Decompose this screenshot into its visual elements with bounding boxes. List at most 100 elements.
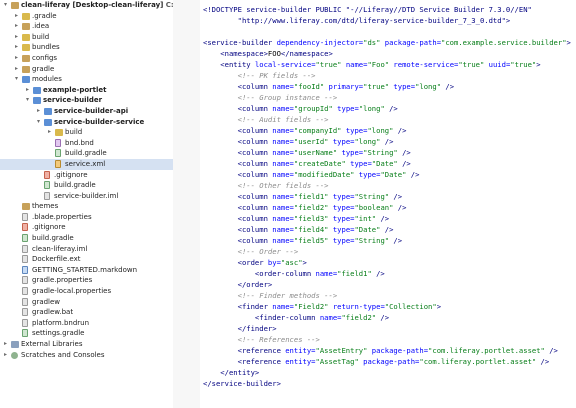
tree-item[interactable]: ▸ build <box>0 127 173 138</box>
code-line[interactable]: <column name="field3" type="int" /> <box>203 213 390 224</box>
collapse-arrow-icon[interactable]: ▸ <box>2 350 9 361</box>
code-line[interactable]: <column name="field1" type="String" /> <box>203 191 402 202</box>
code-line[interactable]: <column name="groupId" type="long" /> <box>203 103 398 114</box>
code-line[interactable]: <reference entity="AssetEntry" package-p… <box>203 345 558 356</box>
file-icon <box>44 191 50 200</box>
tree-item[interactable]: ▾ service-builder-service <box>0 117 173 128</box>
tree-item[interactable]: ▾ modules <box>0 74 173 85</box>
expand-arrow-icon[interactable]: ▾ <box>2 0 9 11</box>
code-line[interactable]: <column name="field5" type="String" /> <box>203 235 402 246</box>
tree-item[interactable]: GETTING_STARTED.markdown <box>0 265 173 276</box>
code-line[interactable]: </entity> <box>203 367 259 378</box>
file-icon <box>22 276 28 285</box>
tree-item[interactable]: platform.bndrun <box>0 318 173 329</box>
code-token: "boolean" <box>354 203 394 212</box>
code-token: package-path= <box>380 38 442 47</box>
code-line[interactable]: <finder name="Field2" return-type="Colle… <box>203 301 441 312</box>
expand-arrow-icon[interactable]: ▾ <box>13 74 20 85</box>
code-line[interactable]: </finder> <box>203 323 277 334</box>
tree-item[interactable]: build.gradle <box>0 148 173 159</box>
tree-item[interactable]: service.xml <box>0 158 173 170</box>
tree-item[interactable]: ▾ service-builder <box>0 95 173 106</box>
code-token: type= <box>328 225 355 234</box>
code-token: /> <box>397 148 411 157</box>
tree-item[interactable]: bnd.bnd <box>0 138 173 149</box>
collapse-arrow-icon[interactable]: ▸ <box>13 53 20 64</box>
tree-item[interactable]: ▸ example-portlet <box>0 85 173 96</box>
expand-arrow-icon[interactable]: ▾ <box>24 95 31 106</box>
code-token: /> <box>544 346 558 355</box>
code-editor[interactable]: <!DOCTYPE service-builder PUBLIC "-//Lif… <box>200 0 576 408</box>
scratch-icon <box>11 351 18 359</box>
tree-item[interactable]: build.gradle <box>0 233 173 244</box>
tree-item[interactable]: clean-liferay.iml <box>0 244 173 255</box>
tree-item[interactable]: gradlew.bat <box>0 307 173 318</box>
code-token: name= <box>341 60 368 69</box>
code-line[interactable]: <column name="createDate" type="Date" /> <box>203 158 411 169</box>
code-line[interactable]: <column name="field4" type="Date" /> <box>203 224 394 235</box>
tree-item[interactable]: ▸ .gradle <box>0 11 173 22</box>
tree-item[interactable]: gradlew <box>0 297 173 308</box>
tree-item[interactable]: ▸ External Libraries <box>0 339 173 350</box>
collapse-arrow-icon[interactable]: ▸ <box>13 42 20 53</box>
collapse-arrow-icon[interactable]: ▸ <box>35 106 42 117</box>
code-token: local-service= <box>254 60 316 69</box>
collapse-arrow-icon[interactable]: ▸ <box>13 11 20 22</box>
gradle-file-icon <box>44 181 50 190</box>
code-line[interactable]: <!-- Order --> <box>203 246 299 257</box>
tree-item[interactable]: gradle-local.properties <box>0 286 173 297</box>
code-line[interactable]: <!-- PK fields --> <box>203 70 316 81</box>
tree-item[interactable]: Dockerfile.ext <box>0 254 173 265</box>
code-line[interactable]: </service-builder> <box>203 378 281 389</box>
code-line[interactable]: <!-- References --> <box>203 334 320 345</box>
tree-item[interactable]: service-builder.iml <box>0 191 173 202</box>
tree-item[interactable]: .gitignore <box>0 222 173 233</box>
code-line[interactable]: "http://www.liferay.com/dtd/liferay-serv… <box>203 15 511 26</box>
code-line[interactable]: <column name="field2" type="boolean" /> <box>203 202 407 213</box>
collapse-arrow-icon[interactable]: ▸ <box>2 339 9 350</box>
code-line[interactable]: <service-builder dependency-injector="ds… <box>203 37 571 48</box>
code-line[interactable]: <!-- Finder methods --> <box>203 290 338 301</box>
collapse-arrow-icon[interactable]: ▸ <box>24 85 31 96</box>
tree-item[interactable]: ▸ build <box>0 32 173 43</box>
code-line[interactable]: </order> <box>203 279 273 290</box>
code-line[interactable]: <order by="asc"> <box>203 257 307 268</box>
tree-item[interactable]: ▸ .idea <box>0 21 173 32</box>
code-line[interactable]: <column name="modifiedDate" type="Date" … <box>203 169 420 180</box>
expand-arrow-icon[interactable]: ▾ <box>35 117 42 128</box>
tree-item[interactable]: build.gradle <box>0 180 173 191</box>
collapse-arrow-icon[interactable]: ▸ <box>13 32 20 43</box>
collapse-arrow-icon[interactable]: ▸ <box>13 64 20 75</box>
tree-item[interactable]: ▸ Scratches and Consoles <box>0 350 173 361</box>
code-line[interactable]: <finder-column name="field2" /> <box>203 312 389 323</box>
code-line[interactable]: <!-- Other fields --> <box>203 180 329 191</box>
code-line[interactable]: <!-- Audit fields --> <box>203 114 329 125</box>
collapse-arrow-icon[interactable]: ▸ <box>13 21 20 32</box>
collapse-arrow-icon[interactable]: ▸ <box>46 127 53 138</box>
code-line[interactable]: <column name="userId" type="long" /> <box>203 136 394 147</box>
tree-item-label: .gitignore <box>54 170 88 179</box>
code-token: "groupId" <box>293 104 333 113</box>
code-line[interactable]: <!DOCTYPE service-builder PUBLIC "-//Lif… <box>203 4 532 15</box>
tree-item-label: gradlew <box>32 297 61 306</box>
code-line[interactable]: <!-- Group instance --> <box>203 92 338 103</box>
tree-item[interactable]: settings.gradle <box>0 328 173 339</box>
code-line[interactable]: <reference entity="AssetTag" package-pat… <box>203 356 550 367</box>
code-line[interactable]: <entity local-service="true" name="Foo" … <box>203 59 540 70</box>
code-line[interactable]: <namespace>FOO</namespace> <box>203 48 333 59</box>
code-token: "field2" <box>341 313 377 322</box>
tree-item[interactable]: ▸ service-builder-api <box>0 106 173 117</box>
tree-item[interactable]: .blade.properties <box>0 212 173 223</box>
tree-item[interactable]: ▸ gradle <box>0 64 173 75</box>
code-line[interactable]: <column name="userName" type="String" /> <box>203 147 411 158</box>
tree-item[interactable]: gradle.properties <box>0 275 173 286</box>
tree-item[interactable]: ▸ configs <box>0 53 173 64</box>
tree-item[interactable]: .gitignore <box>0 170 173 181</box>
tree-item[interactable]: themes <box>0 201 173 212</box>
tree-item[interactable]: ▸ bundles <box>0 42 173 53</box>
code-line[interactable]: <column name="companyId" type="long" /> <box>203 125 407 136</box>
code-line[interactable]: <column name="fooId" primary="true" type… <box>203 81 454 92</box>
tree-item[interactable]: ▾ clean-liferay [Desktop-clean-liferay] C… <box>0 0 173 11</box>
code-line[interactable]: <order-column name="field1" /> <box>203 268 385 279</box>
tree-item-label: bnd.bnd <box>65 138 94 147</box>
